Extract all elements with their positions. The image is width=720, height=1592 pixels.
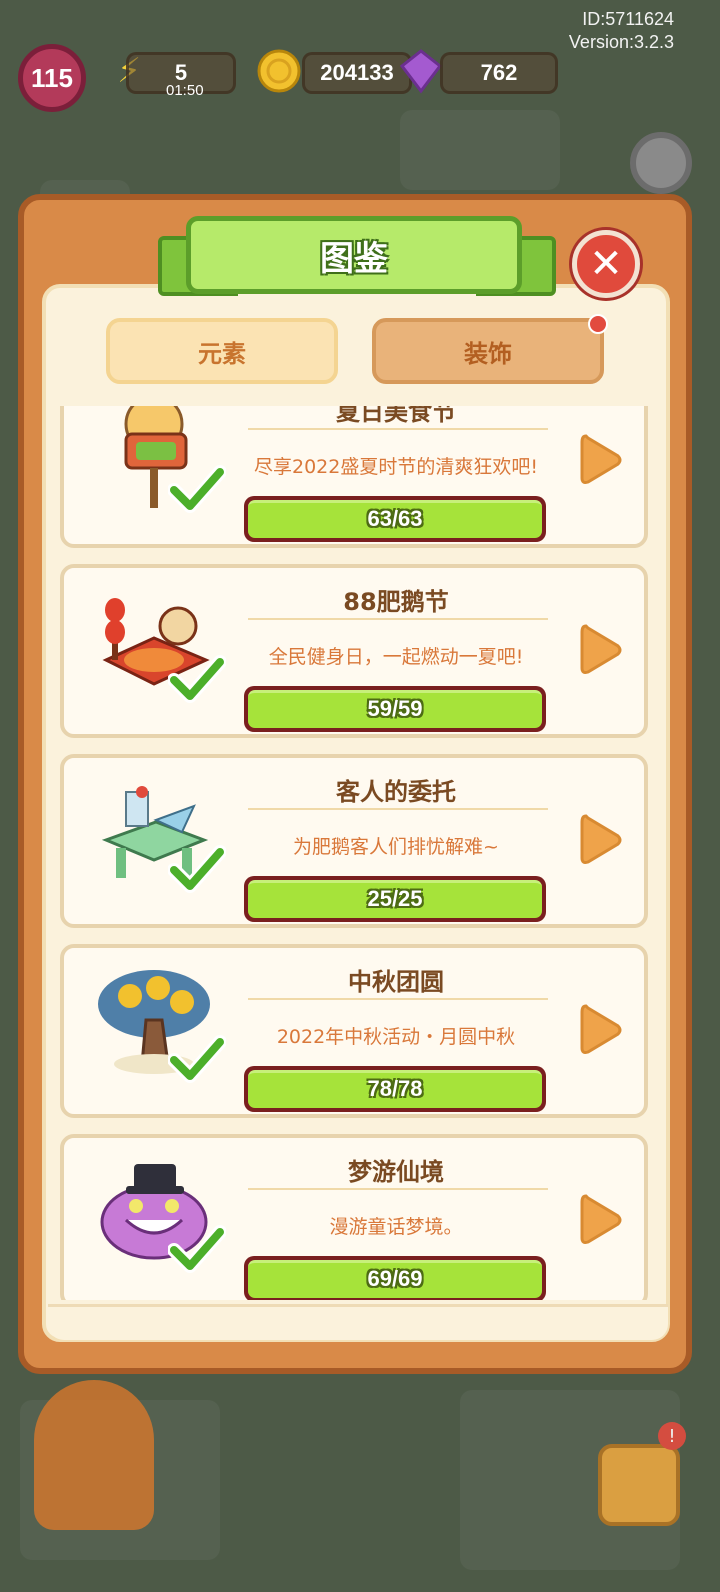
completed-check-icon xyxy=(167,844,227,896)
close-button[interactable]: ✕ xyxy=(572,230,640,298)
settings-gear-icon[interactable] xyxy=(630,132,692,194)
progress-label: 25/25 xyxy=(367,886,423,911)
collection-description: 为肥鹅客人们排忧解难~ xyxy=(293,836,499,858)
divider xyxy=(248,1188,548,1190)
tab-elements[interactable]: 元素 xyxy=(106,318,338,384)
collection-title: 中秋团圆 xyxy=(348,968,444,996)
progress-label: 78/78 xyxy=(367,1076,423,1101)
collection-description: 2022年中秋活动・月圆中秋 xyxy=(276,1026,516,1048)
gems-counter[interactable]: 762 xyxy=(440,52,558,94)
collection-progress-bar: 63/63 xyxy=(244,496,546,542)
collection-title: 客人的委托 xyxy=(336,778,456,806)
divider xyxy=(248,998,548,1000)
energy-timer: 01:50 xyxy=(166,82,204,99)
collection-list[interactable]: 夏日美食节 尽享2022盛夏时节的清爽狂欢吧! 63/63 88肥鹅节 全民健身… xyxy=(54,406,658,1300)
collection-progress-bar: 69/69 xyxy=(244,1256,546,1300)
collection-description: 尽享2022盛夏时节的清爽狂欢吧! xyxy=(254,456,538,478)
collection-title: 88肥鹅节 xyxy=(343,588,449,616)
gem-icon xyxy=(396,46,446,96)
open-collection-arrow-icon[interactable] xyxy=(578,1000,624,1060)
collection-card: 梦游仙境 漫游童话梦境。 69/69 xyxy=(60,1134,648,1300)
open-collection-arrow-icon[interactable] xyxy=(578,620,624,680)
collection-description: 漫游童话梦境。 xyxy=(329,1216,463,1238)
completed-check-icon xyxy=(167,1224,227,1276)
divider xyxy=(248,618,548,620)
chat-button-icon: ! xyxy=(598,1422,686,1526)
progress-label: 59/59 xyxy=(367,696,423,721)
divider xyxy=(248,428,548,430)
collection-card: 中秋团圆 2022年中秋活动・月圆中秋 78/78 xyxy=(60,944,648,1118)
collection-progress-bar: 59/59 xyxy=(244,686,546,732)
collection-title: 梦游仙境 xyxy=(348,1158,444,1186)
player-level-badge[interactable]: 115 xyxy=(18,44,86,112)
game-version: Version:3.2.3 xyxy=(568,32,674,52)
account-info: ID:5711624 Version:3.2.3 xyxy=(569,8,674,54)
modal-title: 图鉴 xyxy=(186,216,522,294)
divider xyxy=(248,808,548,810)
collection-card: 客人的委托 为肥鹅客人们排忧解难~ 25/25 xyxy=(60,754,648,928)
open-collection-arrow-icon[interactable] xyxy=(578,810,624,870)
player-id: ID:5711624 xyxy=(582,9,674,29)
completed-check-icon xyxy=(167,654,227,706)
lightning-button-icon xyxy=(34,1380,154,1530)
tab-decorations[interactable]: 装饰 xyxy=(372,318,604,384)
open-collection-arrow-icon[interactable] xyxy=(578,1190,624,1250)
open-collection-arrow-icon[interactable] xyxy=(578,430,624,490)
notification-dot xyxy=(588,314,608,334)
progress-label: 63/63 xyxy=(367,506,423,531)
collection-title: 夏日美食节 xyxy=(336,406,456,426)
coin-icon xyxy=(254,46,304,96)
collection-progress-bar: 25/25 xyxy=(244,876,546,922)
progress-label: 69/69 xyxy=(367,1266,423,1291)
collection-card: 夏日美食节 尽享2022盛夏时节的清爽狂欢吧! 63/63 xyxy=(60,406,648,548)
collection-description: 全民健身日，一起燃动一夏吧! xyxy=(268,646,524,668)
completed-check-icon xyxy=(167,464,227,516)
collection-progress-bar: 78/78 xyxy=(244,1066,546,1112)
completed-check-icon xyxy=(167,1034,227,1086)
collection-card: 88肥鹅节 全民健身日，一起燃动一夏吧! 59/59 xyxy=(60,564,648,738)
list-bottom-edge xyxy=(48,1304,668,1340)
alert-badge: ! xyxy=(658,1422,686,1450)
